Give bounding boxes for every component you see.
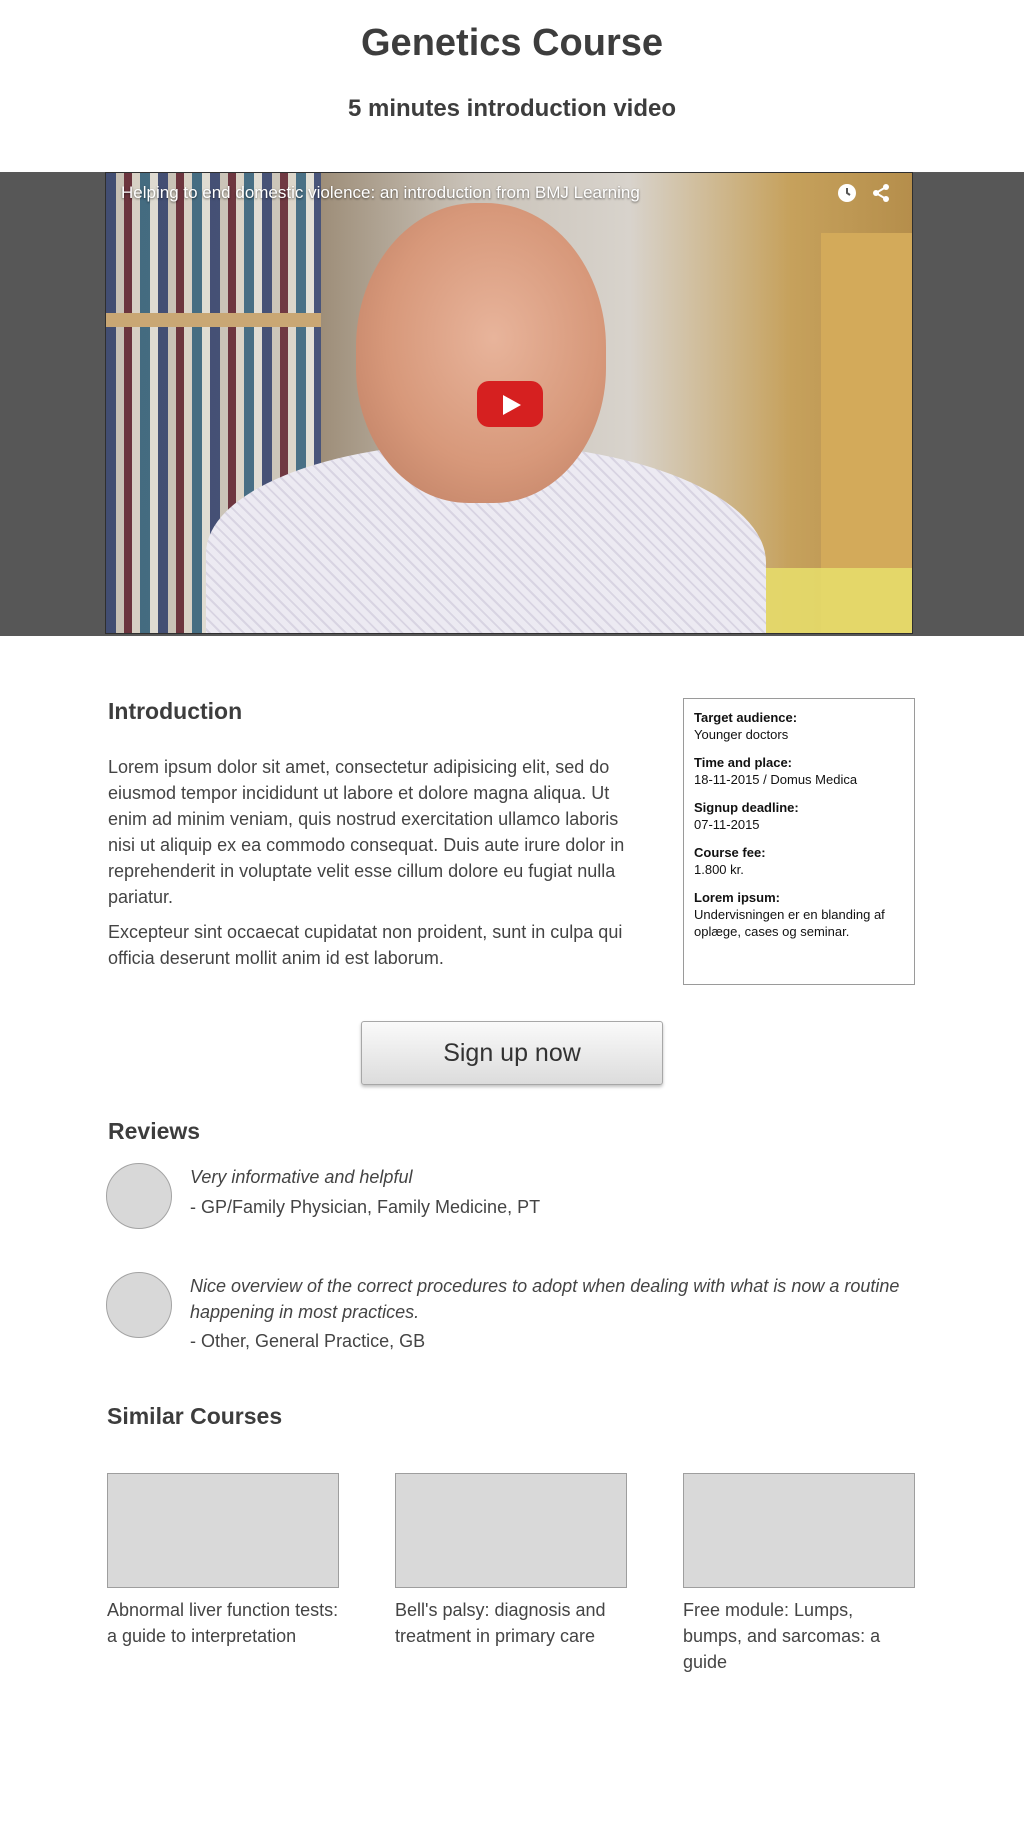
video-person-head — [356, 203, 606, 503]
video-player[interactable]: Helping to end domestic violence: an int… — [105, 172, 913, 634]
course-thumbnail[interactable] — [107, 1473, 339, 1588]
info-label: Signup deadline: — [694, 800, 799, 815]
info-value: 07-11-2015 — [694, 817, 760, 832]
info-course-fee: Course fee: 1.800 kr. — [694, 844, 904, 878]
reviews-heading: Reviews — [108, 1118, 201, 1144]
info-label: Time and place: — [694, 755, 793, 770]
clock-icon[interactable] — [836, 183, 858, 205]
course-title[interactable]: Bell's palsy: diagnosis and treatment in… — [395, 1597, 627, 1649]
page-subtitle: 5 minutes introduction video — [347, 95, 677, 122]
info-label: Lorem ipsum: — [694, 890, 780, 905]
info-signup-deadline: Signup deadline: 07-11-2015 — [694, 799, 904, 833]
course-title[interactable]: Free module: Lumps, bumps, and sarcomas:… — [683, 1597, 915, 1675]
info-value: Younger doctors — [694, 727, 789, 742]
video-title[interactable]: Helping to end domestic violence: an int… — [121, 183, 640, 203]
info-value: Undervisningen er en blanding af oplæge,… — [694, 907, 885, 939]
course-thumbnail[interactable] — [683, 1473, 915, 1588]
avatar — [106, 1272, 172, 1338]
avatar — [106, 1163, 172, 1229]
review-author: - Other, General Practice, GB — [190, 1331, 426, 1351]
review-author: - GP/Family Physician, Family Medicine, … — [190, 1197, 541, 1217]
introduction-heading: Introduction — [108, 698, 243, 724]
course-info-box: Target audience: Younger doctors Time an… — [683, 698, 915, 985]
share-icon[interactable] — [870, 183, 892, 205]
similar-courses-heading: Similar Courses — [107, 1403, 283, 1429]
review-quote: Nice overview of the correct procedures … — [190, 1276, 900, 1322]
play-icon[interactable] — [477, 381, 543, 427]
course-title[interactable]: Abnormal liver function tests: a guide t… — [107, 1597, 339, 1649]
info-label: Target audience: — [694, 710, 798, 725]
page-title: Genetics Course — [361, 22, 663, 64]
info-value: 1.800 kr. — [694, 862, 744, 877]
info-target-audience: Target audience: Younger doctors — [694, 709, 904, 743]
info-label: Course fee: — [694, 845, 766, 860]
introduction-paragraph-2: Excepteur sint occaecat cupidatat non pr… — [108, 922, 623, 968]
info-time-place: Time and place: 18-11-2015 / Domus Medic… — [694, 754, 904, 788]
introduction-paragraph-1: Lorem ipsum dolor sit amet, consectetur … — [108, 757, 625, 907]
info-value: 18-11-2015 / Domus Medica — [694, 772, 858, 787]
review-quote: Very informative and helpful — [190, 1167, 413, 1187]
info-lorem-ipsum: Lorem ipsum: Undervisningen er en blandi… — [694, 889, 904, 940]
sign-up-button[interactable]: Sign up now — [361, 1021, 663, 1085]
course-thumbnail[interactable] — [395, 1473, 627, 1588]
video-shelf-board — [106, 313, 321, 327]
